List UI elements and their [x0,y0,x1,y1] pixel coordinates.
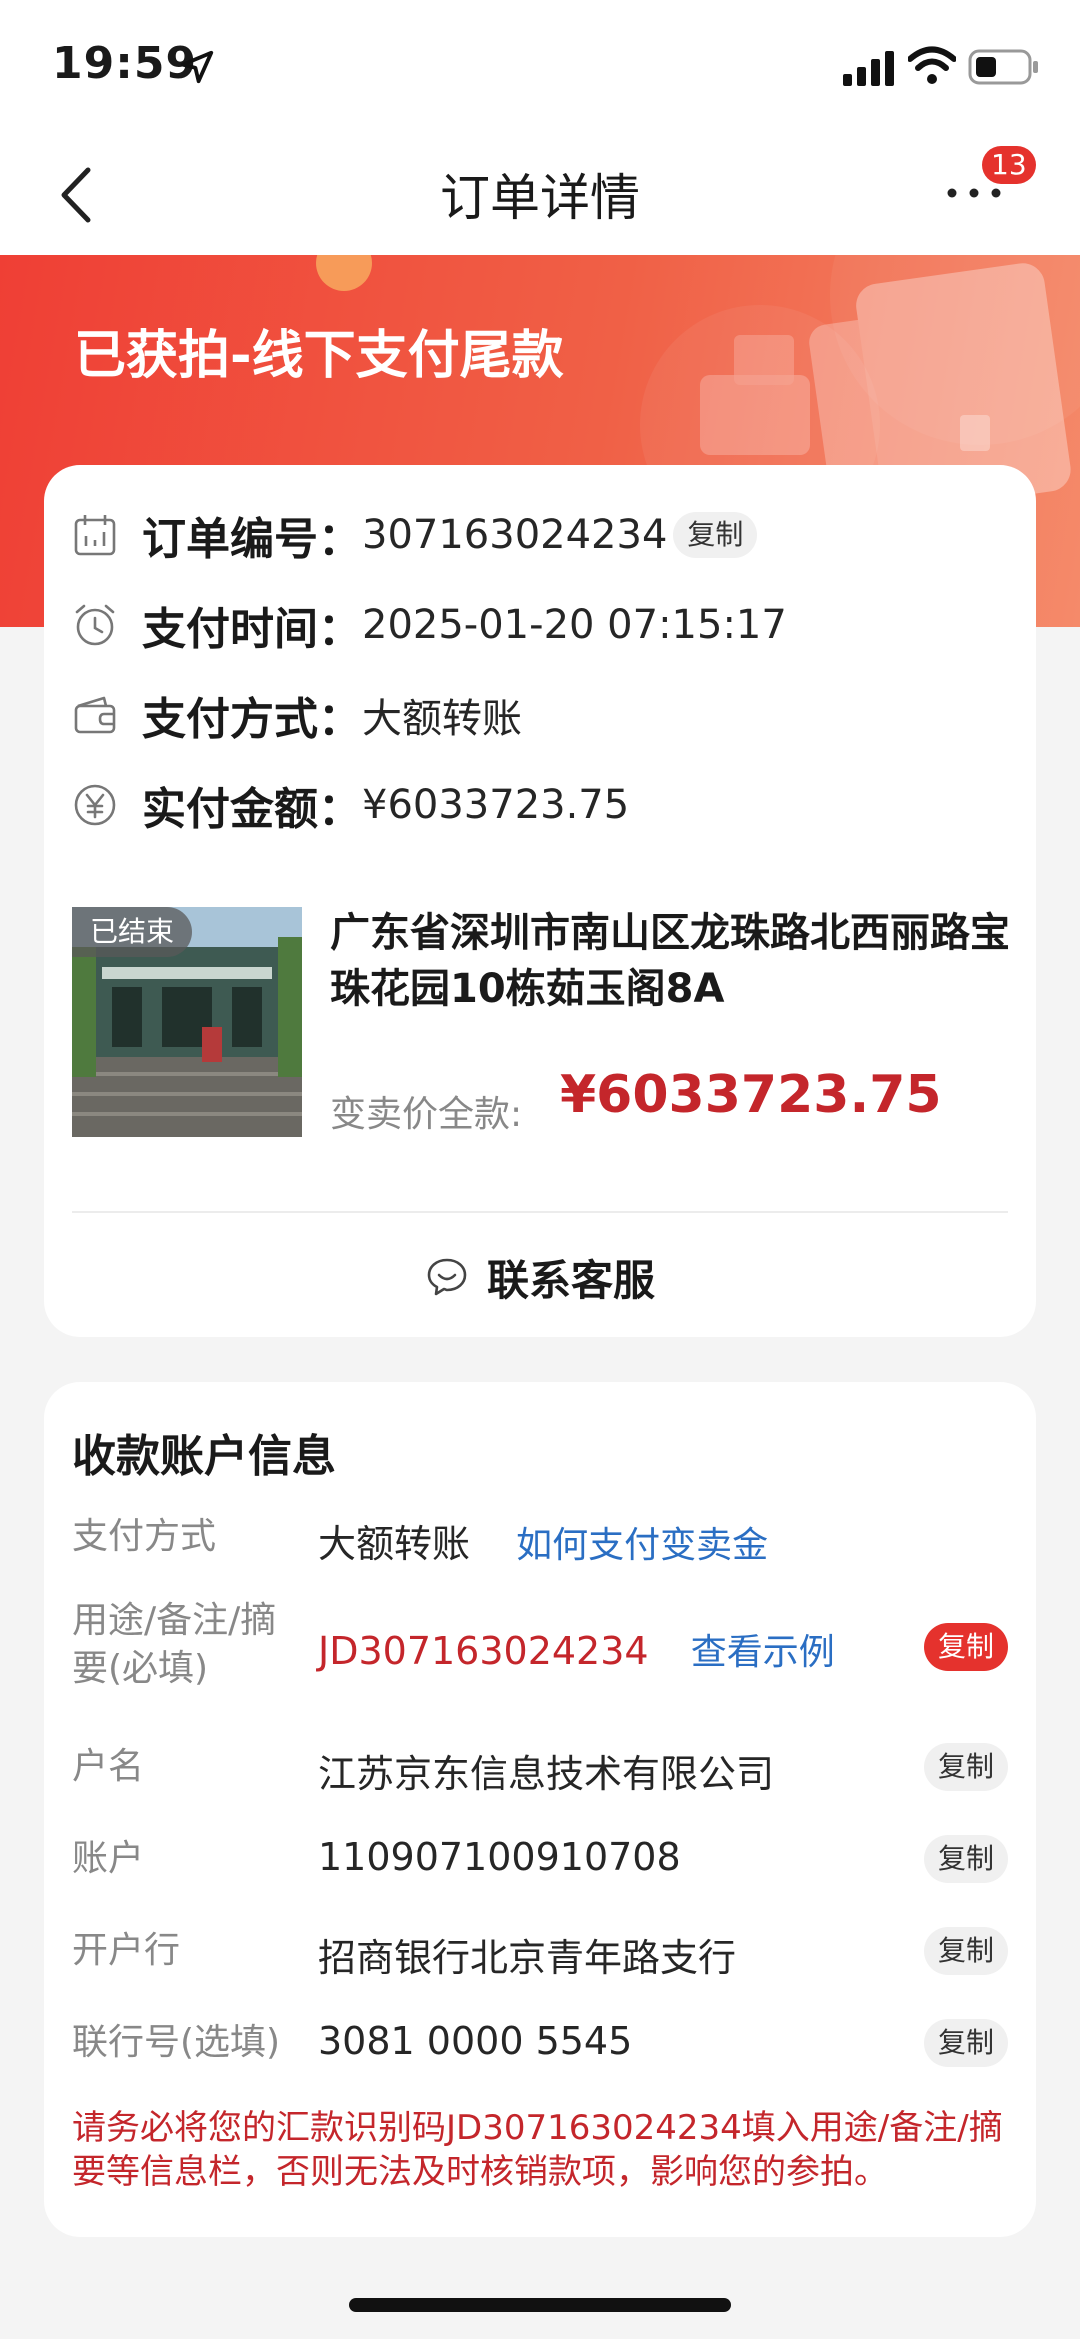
bank-value: 招商银行北京青年路支行 [318,1936,737,1980]
payment-method-value: 大额转账 [362,696,522,742]
payment-method-row: 支付方式： 大额转账 [72,685,522,745]
notification-badge: 13 [982,146,1036,184]
paid-amount-value: ¥6033723.75 [362,782,630,828]
order-number-label: 订单编号： [142,514,362,565]
copy-bank-code-button[interactable]: 复制 [923,2019,1008,2067]
order-summary-card: 订单编号： 307163024234 复制 支付时间： 2025-01-20 0… [44,465,1036,1337]
copy-bank-button[interactable]: 复制 [923,1927,1008,1975]
page-title: 订单详情 [440,169,640,227]
account-number-value: 110907100910708 [318,1835,681,1879]
banner-status-title: 已获拍-线下支付尾款 [74,326,564,386]
payment-time-row: 支付时间： 2025-01-20 07:15:17 [72,595,787,655]
account-row-account-number: 账户 110907100910708 复制 [72,1829,1008,1889]
account-label: 开户行 [72,1930,181,1971]
account-label: 户名 [72,1746,145,1787]
account-row-account-name: 户名 江苏京东信息技术有限公司 复制 [72,1737,1008,1797]
location-arrow-icon [180,50,214,84]
paid-amount-label: 实付金额： [142,784,362,835]
contact-service-button[interactable]: 联系客服 [44,1247,1036,1307]
payment-time-label: 支付时间： [142,604,362,655]
remark-notice: 请务必将您的汇款识别码JD307163024234填入用途/备注/摘要等信息栏，… [72,2108,1003,2192]
paid-amount-row: 实付金额： ¥6033723.75 [72,775,629,835]
account-row-payment-method: 支付方式 大额转账 如何支付变卖金 [72,1507,1008,1567]
account-label: 联行号(选填) [72,2022,281,2063]
account-name-value: 江苏京东信息技术有限公司 [318,1752,775,1796]
order-number-value: 307163024234 [362,512,668,558]
contact-service-label: 联系客服 [486,1255,655,1305]
payee-account-card: 收款账户信息 支付方式 大额转账 如何支付变卖金 用途/备注/摘要(必填) JD… [44,1382,1036,2237]
remark-code-value: JD307163024234 [318,1629,649,1673]
status-bar: 19:59 [0,0,1080,130]
account-row-bank: 开户行 招商银行北京青年路支行 复制 [72,1921,1008,1981]
copy-remark-code-button[interactable]: 复制 [923,1623,1008,1671]
payee-account-title: 收款账户信息 [72,1431,336,1482]
divider [72,1211,1008,1213]
calendar-icon [74,515,116,556]
price-value: ¥6033723.75 [560,1065,942,1125]
view-example-link[interactable]: 查看示例 [691,1632,835,1673]
cellular-signal-icon [843,51,894,86]
nav-bar: 订单详情 13 [0,130,1080,255]
property-thumbnail[interactable]: 已结束 [72,907,302,1137]
order-number-row: 订单编号： 307163024234 复制 [72,505,758,565]
yen-coin-icon [74,784,116,826]
chat-bubble-icon [427,1258,467,1296]
wifi-icon [908,46,956,84]
account-row-bank-code: 联行号(选填) 3081 0000 5545 复制 [72,2013,1008,2073]
account-label: 支付方式 [72,1516,217,1557]
battery-icon [968,49,1038,85]
payment-time-value: 2025-01-20 07:15:17 [362,602,787,648]
property-address[interactable]: 广东省深圳市南山区龙珠路北西丽路宝珠花园10栋茹玉阁8A [330,905,1010,1017]
bank-code-value: 3081 0000 5545 [318,2019,633,2063]
account-row-remark: 用途/备注/摘要(必填) JD307163024234 查看示例 复制 [72,1597,1008,1697]
account-label: 账户 [72,1838,145,1879]
copy-account-number-button[interactable]: 复制 [923,1835,1008,1883]
status-time: 19:59 [52,38,198,89]
copy-account-name-button[interactable]: 复制 [923,1743,1008,1791]
copy-order-number-button[interactable]: 复制 [673,512,758,558]
wallet-icon [74,696,116,734]
account-label: 用途/备注/摘要(必填) [72,1600,277,1689]
alarm-clock-icon [75,604,115,646]
how-to-pay-link[interactable]: 如何支付变卖金 [516,1525,768,1566]
price-label: 变卖价全款: [330,1094,523,1135]
payment-method-label: 支付方式： [142,694,362,745]
account-value: 大额转账 [318,1522,471,1566]
home-indicator[interactable] [349,2298,731,2312]
auction-status-tag: 已结束 [72,907,193,957]
